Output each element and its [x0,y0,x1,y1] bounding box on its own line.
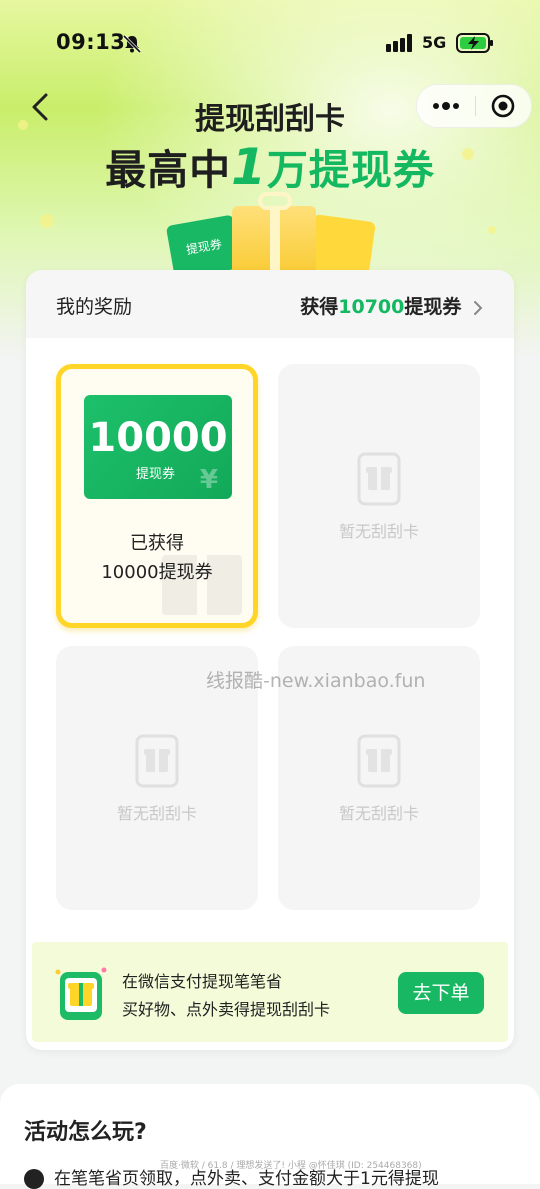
battery-charging-icon [456,33,493,53]
site-watermark: 线报酷-new.xianbao.fun [206,670,426,692]
signal-icon [386,34,412,52]
summary-amount: 10700 [338,296,405,318]
network-label: 5G [422,33,447,52]
status-time: 09:13 [56,30,126,54]
promo-line1: 在微信支付提现笔笔省 [122,972,283,991]
go-order-button[interactable]: 去下单 [398,972,484,1014]
summary-prefix: 获得 [300,296,339,318]
promo-banner: 在微信支付提现笔笔省 买好物、点外卖得提现刮刮卡 去下单 [32,942,508,1042]
rewards-summary-link[interactable]: 获得10700提现券 [300,292,484,319]
won-line1: 已获得 [130,533,184,554]
voucher-amount: 10000 [88,415,228,461]
hero-title-suffix: 万提现券 [266,146,435,194]
hero-title-line2: 最高中1万提现券 [0,136,540,196]
voucher-unit: 提现券 [136,467,176,482]
chevron-right-icon [474,300,483,315]
scratch-card-empty: 暂无刮刮卡 [278,364,480,628]
status-bar: 09:13 5G [0,28,540,60]
won-description: 已获得 10000提现券 [61,529,253,587]
scratch-card-won[interactable]: 10000 提现券 ¥ 已获得 10000提现券 [56,364,258,628]
hero-title-big-number: 1 [231,138,267,196]
gift-card-icon [357,734,401,788]
won-line2: 10000提现券 [101,562,213,583]
gift-card-promo-icon [55,967,107,1020]
gift-card-icon [135,734,179,788]
gift-illustration: 提现券 [160,192,390,284]
howto-step-text: 在笔笔省页领取，点外卖、支付金额大于1元得提现 [54,1169,439,1189]
decor-dot [488,226,496,234]
step-bullet [24,1169,44,1189]
decor-dot [40,214,54,228]
howto-panel: 活动怎么玩? 在笔笔省页领取，点外卖、支付金额大于1元得提现 百度·微软 / 6… [0,1084,540,1189]
rewards-header: 我的奖励 获得10700提现券 [26,270,514,338]
empty-card-label: 暂无刮刮卡 [116,804,197,823]
rewards-panel: 我的奖励 获得10700提现券 10000 提现券 ¥ 已获得 10000提现券 [26,270,514,1050]
empty-card-label: 暂无刮刮卡 [338,804,419,823]
summary-suffix: 提现券 [404,296,462,318]
rewards-title: 我的奖励 [56,296,133,318]
voucher-badge: 10000 提现券 ¥ [84,395,232,499]
footer-credit: 百度·微软 / 61.8 / 理想发送了! 小程 @怀佳琪 (ID: 25446… [160,1161,422,1171]
hero-title-prefix: 最高中 [105,146,232,194]
yen-icon: ¥ [199,465,218,495]
promo-line2: 买好物、点外卖得提现刮刮卡 [122,1000,331,1019]
mute-icon [122,34,142,54]
gift-card-icon [357,452,401,506]
empty-card-label: 暂无刮刮卡 [338,522,419,541]
howto-title: 活动怎么玩? [24,1120,147,1145]
hero-title-line1: 提现刮刮卡 [195,102,345,137]
